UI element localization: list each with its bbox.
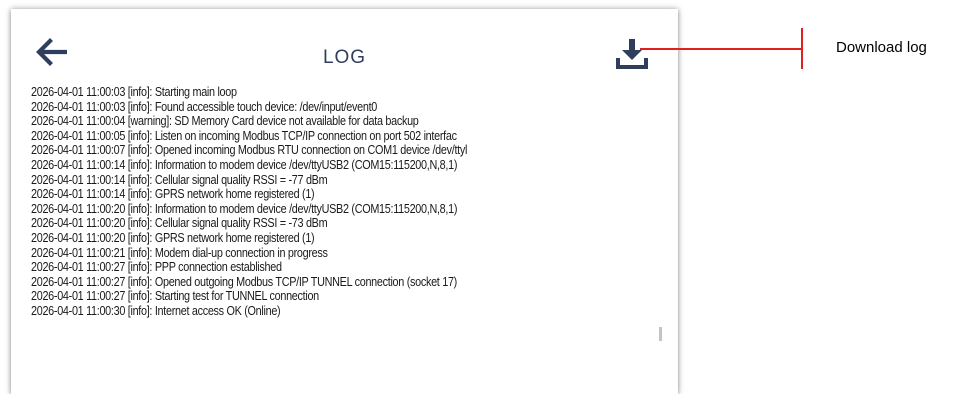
log-line: 2026-04-01 11:00:20 [info]: Cellular sig…	[31, 216, 328, 231]
log-line: 2026-04-01 11:00:05 [info]: Listen on in…	[31, 128, 457, 143]
log-line: 2026-04-01 11:00:21 [info]: Modem dial-u…	[31, 245, 328, 260]
log-header: LOG	[11, 9, 678, 79]
log-line: 2026-04-01 11:00:30 [info]: Internet acc…	[31, 303, 281, 318]
log-line: 2026-04-01 11:00:27 [info]: Opened outgo…	[31, 274, 457, 289]
callout-tick	[801, 28, 803, 69]
page: LOG 2026-04-01 11:00:03 [info]: Starting…	[0, 0, 965, 394]
log-line: 2026-04-01 11:00:20 [info]: Information …	[31, 201, 458, 216]
scrollbar-thumb[interactable]	[659, 327, 662, 341]
log-line: 2026-04-01 11:00:14 [info]: Information …	[31, 157, 458, 172]
log-line: 2026-04-01 11:00:03 [info]: Found access…	[31, 99, 378, 114]
log-line: 2026-04-01 11:00:14 [info]: Cellular sig…	[31, 172, 328, 187]
log-line: 2026-04-01 11:00:14 [info]: GPRS network…	[31, 187, 315, 202]
log-panel: LOG 2026-04-01 11:00:03 [info]: Starting…	[11, 9, 678, 394]
log-line: 2026-04-01 11:00:07 [info]: Opened incom…	[31, 143, 468, 158]
log-line: 2026-04-01 11:00:27 [info]: PPP connecti…	[31, 260, 282, 275]
page-title: LOG	[322, 47, 367, 68]
callout-label: Download log	[836, 39, 927, 56]
log-output[interactable]: 2026-04-01 11:00:03 [info]: Starting mai…	[31, 85, 671, 394]
download-log-button[interactable]	[616, 38, 648, 70]
callout-line	[640, 48, 802, 50]
log-line: 2026-04-01 11:00:20 [info]: GPRS network…	[31, 230, 315, 245]
log-line: 2026-04-01 11:00:03 [info]: Starting mai…	[31, 85, 237, 99]
log-line: 2026-04-01 11:00:04 [warning]: SD Memory…	[31, 114, 419, 129]
log-line: 2026-04-01 11:00:27 [info]: Starting tes…	[31, 289, 319, 304]
download-icon	[616, 39, 648, 69]
